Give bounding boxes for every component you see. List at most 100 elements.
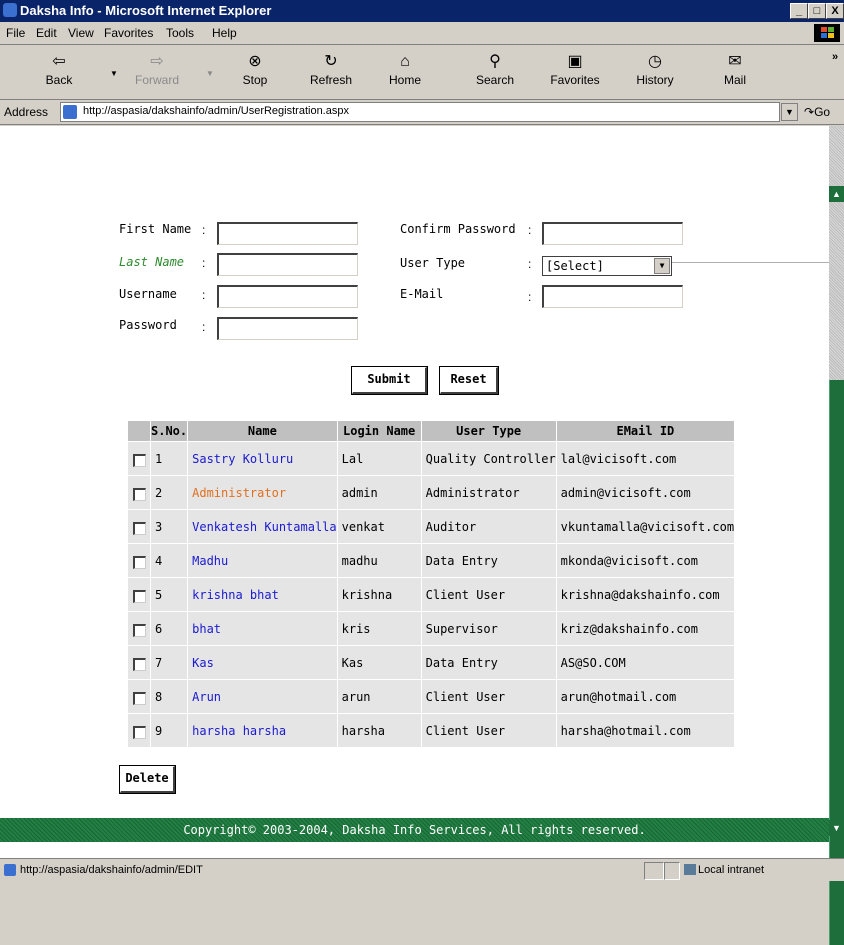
close-button[interactable]: X bbox=[826, 3, 844, 19]
menu-view[interactable]: View bbox=[68, 26, 94, 40]
address-dropdown-icon[interactable]: ▼ bbox=[781, 103, 798, 121]
forward-dropdown-icon[interactable]: ▼ bbox=[206, 69, 214, 78]
reset-button[interactable]: Reset bbox=[439, 366, 499, 395]
back-label: Back bbox=[45, 73, 73, 87]
row-checkbox[interactable] bbox=[132, 454, 146, 467]
go-button[interactable]: ↷Go bbox=[804, 105, 830, 119]
toolbar: ⇦ Back ▼ ⇨ Forward ▼ ⊗ Stop ↻ Refresh ⌂ … bbox=[0, 45, 844, 100]
username-label: Username bbox=[119, 287, 177, 301]
scroll-down-icon[interactable]: ▼ bbox=[829, 820, 844, 836]
confirm-password-input[interactable] bbox=[542, 222, 683, 245]
row-checkbox[interactable] bbox=[132, 726, 146, 739]
row-checkbox[interactable] bbox=[132, 522, 146, 535]
menu-edit[interactable]: Edit bbox=[36, 26, 57, 40]
header-login-name: Login Name bbox=[336, 420, 422, 442]
mail-button[interactable]: ✉ Mail bbox=[700, 47, 770, 97]
last-name-input[interactable] bbox=[217, 253, 358, 276]
history-icon: ◷ bbox=[648, 53, 662, 70]
favorites-button[interactable]: ▣ Favorites bbox=[540, 47, 610, 97]
scroll-up-icon[interactable]: ▲ bbox=[829, 186, 844, 202]
row-checkbox-cell bbox=[127, 577, 151, 612]
back-dropdown-icon[interactable]: ▼ bbox=[110, 69, 118, 78]
cell-name-link[interactable]: Sastry Kolluru bbox=[187, 441, 338, 476]
confirm-password-label: Confirm Password bbox=[400, 222, 516, 236]
cell-email: krishna@dakshainfo.com bbox=[555, 577, 736, 612]
cell-name-link[interactable]: Administrator bbox=[187, 475, 338, 510]
cell-type: Quality Controller bbox=[420, 441, 557, 476]
colon: : bbox=[202, 288, 206, 302]
toolbar-overflow-icon[interactable]: » bbox=[832, 51, 838, 63]
cell-login: krishna bbox=[336, 577, 422, 612]
cell-type: Administrator bbox=[420, 475, 557, 510]
copyright-footer: Copyright© 2003-2004, Daksha Info Servic… bbox=[0, 818, 829, 842]
cell-login: venkat bbox=[336, 509, 422, 544]
cell-login: Lal bbox=[336, 441, 422, 476]
cell-login: Kas bbox=[336, 645, 422, 680]
status-panel bbox=[664, 862, 680, 880]
row-checkbox[interactable] bbox=[132, 556, 146, 569]
row-checkbox[interactable] bbox=[132, 692, 146, 705]
password-input[interactable] bbox=[217, 317, 358, 340]
cell-login: madhu bbox=[336, 543, 422, 578]
stop-button[interactable]: ⊗ Stop bbox=[220, 47, 290, 97]
cell-name-link[interactable]: Kas bbox=[187, 645, 338, 680]
last-name-label: Last Name bbox=[119, 255, 185, 269]
table-row: 2 Administrator admin Administrator admi… bbox=[127, 475, 736, 510]
menu-help[interactable]: Help bbox=[212, 26, 237, 40]
window-title: Daksha Info - Microsoft Internet Explore… bbox=[20, 3, 272, 18]
home-icon: ⌂ bbox=[400, 53, 410, 70]
address-bar: Address http://aspasia/dakshainfo/admin/… bbox=[0, 100, 844, 125]
refresh-icon: ↻ bbox=[324, 53, 338, 70]
home-button[interactable]: ⌂ Home bbox=[370, 47, 440, 97]
cell-login: kris bbox=[336, 611, 422, 646]
cell-name-link[interactable]: Venkatesh Kuntamalla bbox=[187, 509, 338, 544]
email-input[interactable] bbox=[542, 285, 683, 308]
ie-icon bbox=[3, 3, 17, 17]
row-checkbox-cell bbox=[127, 679, 151, 714]
row-checkbox[interactable] bbox=[132, 488, 146, 501]
cell-name-link[interactable]: Arun bbox=[187, 679, 338, 714]
refresh-button[interactable]: ↻ Refresh bbox=[296, 47, 366, 97]
vertical-scrollbar[interactable]: ▲ ▼ bbox=[829, 126, 844, 945]
cell-type: Data Entry bbox=[420, 543, 557, 578]
cell-name-link[interactable]: bhat bbox=[187, 611, 338, 646]
cell-type: Data Entry bbox=[420, 645, 557, 680]
user-type-select[interactable]: [Select] ▼ bbox=[542, 256, 672, 276]
header-email: EMail ID bbox=[555, 420, 736, 442]
row-checkbox-cell bbox=[127, 509, 151, 544]
title-bar: Daksha Info - Microsoft Internet Explore… bbox=[0, 0, 844, 22]
table-row: 9 harsha harsha harsha Client User harsh… bbox=[127, 713, 736, 748]
username-input[interactable] bbox=[217, 285, 358, 308]
cell-email: mkonda@vicisoft.com bbox=[555, 543, 736, 578]
menu-favorites[interactable]: Favorites bbox=[104, 26, 153, 40]
minimize-button[interactable]: _ bbox=[790, 3, 808, 19]
header-name: Name bbox=[187, 420, 338, 442]
forward-button[interactable]: ⇨ Forward bbox=[122, 47, 192, 97]
address-label: Address bbox=[4, 105, 49, 119]
row-checkbox[interactable] bbox=[132, 624, 146, 637]
email-label: E-Mail bbox=[400, 287, 444, 301]
cell-name-link[interactable]: Madhu bbox=[187, 543, 338, 578]
table-row: 5 krishna bhat krishna Client User krish… bbox=[127, 577, 736, 612]
row-checkbox[interactable] bbox=[132, 658, 146, 671]
back-button[interactable]: ⇦ Back bbox=[24, 47, 94, 97]
first-name-input[interactable] bbox=[217, 222, 358, 245]
menu-file[interactable]: File bbox=[6, 26, 25, 40]
row-checkbox[interactable] bbox=[132, 590, 146, 603]
maximize-button[interactable]: □ bbox=[808, 3, 826, 19]
cell-sno: 8 bbox=[149, 679, 189, 714]
menu-tools[interactable]: Tools bbox=[166, 26, 194, 40]
cell-name-link[interactable]: krishna bhat bbox=[187, 577, 338, 612]
address-input[interactable]: http://aspasia/dakshainfo/admin/UserRegi… bbox=[60, 102, 780, 122]
row-checkbox-cell bbox=[127, 441, 151, 476]
delete-button[interactable]: Delete bbox=[119, 765, 176, 794]
page-status-icon bbox=[4, 864, 16, 876]
cell-type: Client User bbox=[420, 679, 557, 714]
status-bar: http://aspasia/dakshainfo/admin/EDIT Loc… bbox=[0, 858, 844, 881]
cell-name-link[interactable]: harsha harsha bbox=[187, 713, 338, 748]
search-button[interactable]: ⚲ Search bbox=[460, 47, 530, 97]
history-button[interactable]: ◷ History bbox=[620, 47, 690, 97]
cell-email: AS@SO.COM bbox=[555, 645, 736, 680]
home-label: Home bbox=[388, 73, 421, 87]
submit-button[interactable]: Submit bbox=[351, 366, 428, 395]
